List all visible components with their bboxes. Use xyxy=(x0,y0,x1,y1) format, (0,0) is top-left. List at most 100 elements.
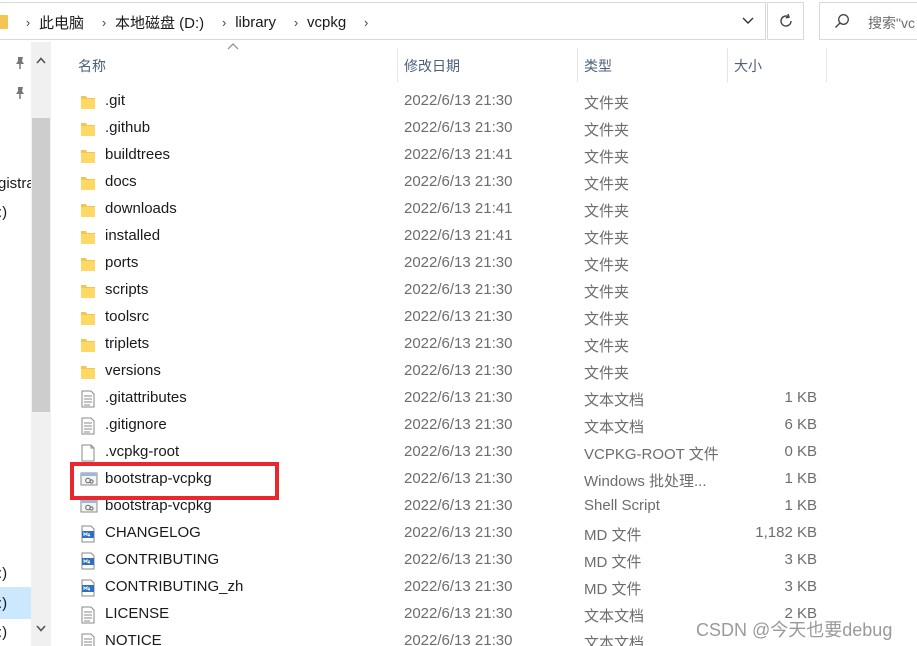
file-name: docs xyxy=(105,173,137,190)
file-type: 文本文档 xyxy=(584,635,645,646)
folder-icon xyxy=(80,174,96,192)
file-row[interactable]: ports 2022/6/13 21:30 文件夹 xyxy=(55,250,917,277)
nav-item-label[interactable]: gistra xyxy=(0,175,35,192)
file-modified-date: 2022/6/13 21:30 xyxy=(404,443,513,460)
file-name: triplets xyxy=(105,335,150,352)
file-type: Shell Script xyxy=(584,497,660,514)
file-row[interactable]: .gitignore 2022/6/13 21:30 文本文档 6 KB xyxy=(55,412,917,439)
scroll-down-button[interactable] xyxy=(31,616,51,640)
column-divider[interactable] xyxy=(727,48,728,82)
file-type: 文件夹 xyxy=(584,203,630,220)
file-name: .gitignore xyxy=(105,416,167,433)
file-modified-date: 2022/6/13 21:30 xyxy=(404,497,513,514)
nav-item-label[interactable]: :) xyxy=(0,595,7,612)
text-document-icon xyxy=(80,390,96,408)
address-history-dropdown[interactable] xyxy=(733,3,763,39)
column-divider[interactable] xyxy=(826,48,827,82)
column-divider[interactable] xyxy=(577,48,578,82)
file-type: 文件夹 xyxy=(584,257,630,274)
scroll-up-button[interactable] xyxy=(31,48,51,72)
chevron-right-icon[interactable]: › xyxy=(288,15,304,30)
file-type: Windows 批处理... xyxy=(584,473,707,490)
file-type: 文本文档 xyxy=(584,419,645,436)
file-row[interactable]: .git 2022/6/13 21:30 文件夹 xyxy=(55,88,917,115)
navigation-pane: gistra :) :) :) :) xyxy=(0,42,55,646)
breadcrumb-vcpkg[interactable]: vcpkg xyxy=(304,14,350,31)
column-header-size[interactable]: 大小 xyxy=(734,56,762,76)
breadcrumb-drive-d[interactable]: 本地磁盘 (D:) xyxy=(112,12,208,33)
file-row[interactable]: CONTRIBUTING 2022/6/13 21:30 MD 文件 3 KB xyxy=(55,547,917,574)
file-name: buildtrees xyxy=(105,146,171,163)
watermark: CSDN @今天也要debug xyxy=(696,620,893,640)
file-modified-date: 2022/6/13 21:30 xyxy=(404,551,513,568)
nav-item-label[interactable]: :) xyxy=(0,204,7,221)
file-size: 0 KB xyxy=(784,443,817,460)
refresh-button[interactable] xyxy=(767,2,804,40)
search-placeholder: 搜索"vc xyxy=(868,15,915,31)
blank-file-icon xyxy=(80,444,96,462)
file-row[interactable]: versions 2022/6/13 21:30 文件夹 xyxy=(55,358,917,385)
file-type: 文件夹 xyxy=(584,311,630,328)
pin-icon[interactable] xyxy=(13,56,27,70)
file-modified-date: 2022/6/13 21:30 xyxy=(404,362,513,379)
file-row[interactable]: buildtrees 2022/6/13 21:41 文件夹 xyxy=(55,142,917,169)
file-row[interactable]: docs 2022/6/13 21:30 文件夹 xyxy=(55,169,917,196)
chevron-right-icon[interactable]: › xyxy=(216,15,232,30)
file-modified-date: 2022/6/13 21:30 xyxy=(404,92,513,109)
file-row[interactable]: toolsrc 2022/6/13 21:30 文件夹 xyxy=(55,304,917,331)
search-input[interactable]: 搜索"vc xyxy=(819,2,917,40)
column-header-name[interactable]: 名称 xyxy=(78,56,106,76)
column-header-date[interactable]: 修改日期 xyxy=(404,56,460,76)
column-header-type[interactable]: 类型 xyxy=(584,56,612,76)
folder-icon xyxy=(80,93,96,111)
breadcrumb-library[interactable]: library xyxy=(232,14,280,31)
file-row[interactable]: .github 2022/6/13 21:30 文件夹 xyxy=(55,115,917,142)
file-type: 文件夹 xyxy=(584,230,630,247)
file-modified-date: 2022/6/13 21:30 xyxy=(404,281,513,298)
file-row[interactable]: installed 2022/6/13 21:41 文件夹 xyxy=(55,223,917,250)
text-document-icon xyxy=(80,606,96,624)
search-icon xyxy=(835,14,849,28)
markdown-file-icon xyxy=(80,552,96,570)
file-size: 1,182 KB xyxy=(755,524,817,541)
markdown-file-icon xyxy=(80,525,96,543)
pin-icon[interactable] xyxy=(13,86,27,100)
file-name: NOTICE xyxy=(105,632,162,646)
scrollbar-thumb[interactable] xyxy=(32,118,50,412)
file-row[interactable]: scripts 2022/6/13 21:30 文件夹 xyxy=(55,277,917,304)
chevron-right-icon[interactable]: › xyxy=(20,15,36,30)
file-type: MD 文件 xyxy=(584,554,642,571)
file-name: .gitattributes xyxy=(105,389,187,406)
file-name: .github xyxy=(105,119,151,136)
nav-scrollbar[interactable] xyxy=(31,42,51,646)
chevron-right-icon[interactable]: › xyxy=(96,15,112,30)
file-row[interactable]: CONTRIBUTING_zh 2022/6/13 21:30 MD 文件 3 KB xyxy=(55,574,917,601)
file-row[interactable]: triplets 2022/6/13 21:30 文件夹 xyxy=(55,331,917,358)
folder-icon xyxy=(80,309,96,327)
file-name: CONTRIBUTING_zh xyxy=(105,578,244,595)
file-row[interactable]: downloads 2022/6/13 21:41 文件夹 xyxy=(55,196,917,223)
text-document-icon xyxy=(80,633,96,646)
address-bar[interactable]: › 此电脑 › 本地磁盘 (D:) › library › vcpkg › xyxy=(0,2,766,40)
markdown-file-icon xyxy=(80,579,96,597)
script-file-icon xyxy=(80,498,98,516)
file-modified-date: 2022/6/13 21:30 xyxy=(404,632,513,646)
file-modified-date: 2022/6/13 21:41 xyxy=(404,200,513,217)
file-row[interactable]: CHANGELOG 2022/6/13 21:30 MD 文件 1,182 KB xyxy=(55,520,917,547)
file-type: 文本文档 xyxy=(584,608,645,625)
column-header-row: 名称 修改日期 类型 大小 xyxy=(55,42,917,86)
file-name: .git xyxy=(105,92,126,109)
chevron-right-icon[interactable]: › xyxy=(358,15,374,30)
folder-icon xyxy=(80,282,96,300)
file-name: toolsrc xyxy=(105,308,150,325)
file-type: 文本文档 xyxy=(584,392,645,409)
file-modified-date: 2022/6/13 21:30 xyxy=(404,416,513,433)
file-size: 3 KB xyxy=(784,578,817,595)
nav-item-label[interactable]: :) xyxy=(0,565,7,582)
file-row[interactable]: .gitattributes 2022/6/13 21:30 文本文档 1 KB xyxy=(55,385,917,412)
column-divider[interactable] xyxy=(397,48,398,82)
breadcrumb-this-pc[interactable]: 此电脑 xyxy=(36,12,88,33)
file-name: scripts xyxy=(105,281,149,298)
nav-item-label[interactable]: :) xyxy=(0,624,7,641)
chevron-down-icon xyxy=(36,624,46,632)
